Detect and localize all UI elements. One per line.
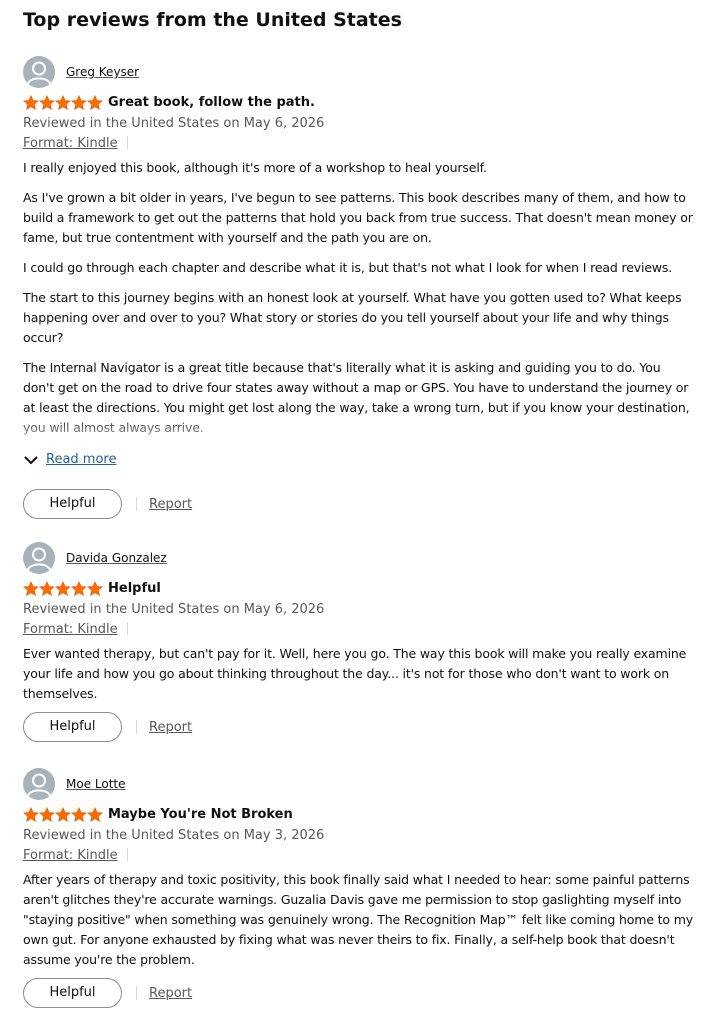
review-title-row: Helpful <box>23 579 695 599</box>
reviewer-profile: Greg Keyser <box>23 56 695 88</box>
review-date: Reviewed in the United States on May 6, … <box>23 116 325 131</box>
section-title: Top reviews from the United States <box>23 9 402 31</box>
divider <box>126 848 128 861</box>
read-more-link[interactable]: Read more <box>46 450 116 470</box>
helpful-button[interactable]: Helpful <box>23 712 122 742</box>
star-icon <box>87 95 103 111</box>
star-icon <box>39 581 55 597</box>
review-body: I really enjoyed this book, although it'… <box>23 158 695 448</box>
chevron-down-icon <box>24 456 38 465</box>
review-card: Greg Keyser Great book, follow the path.… <box>23 56 695 521</box>
review-card: Moe Lotte Maybe You're Not Broken Review… <box>23 768 695 1010</box>
reviewer-profile: Moe Lotte <box>23 768 695 800</box>
star-icon <box>71 807 87 823</box>
star-rating[interactable] <box>23 581 103 597</box>
format-link[interactable]: Format: Kindle <box>23 622 118 637</box>
format-link[interactable]: Format: Kindle <box>23 848 118 863</box>
divider <box>136 497 137 511</box>
star-rating[interactable] <box>23 807 103 823</box>
format-link[interactable]: Format: Kindle <box>23 136 118 151</box>
star-icon <box>55 95 71 111</box>
report-link[interactable]: Report <box>149 984 192 1004</box>
review-actions: Helpful Report <box>23 712 695 744</box>
avatar-icon[interactable] <box>23 768 55 800</box>
star-icon <box>55 581 71 597</box>
review-paragraph: I really enjoyed this book, although it'… <box>23 160 487 175</box>
divider <box>126 622 128 635</box>
format-row: Format: Kindle <box>23 134 695 154</box>
star-icon <box>87 807 103 823</box>
review-paragraph: As I've grown a bit older in years, I've… <box>23 190 693 245</box>
star-rating[interactable] <box>23 95 103 111</box>
avatar-icon[interactable] <box>23 56 55 88</box>
review-title[interactable]: Great book, follow the path. <box>108 93 315 113</box>
report-link[interactable]: Report <box>149 495 192 515</box>
review-paragraph: I could go through each chapter and desc… <box>23 260 673 275</box>
star-icon <box>39 95 55 111</box>
review-title[interactable]: Maybe You're Not Broken <box>108 805 293 825</box>
reviewer-name[interactable]: Moe Lotte <box>66 776 126 792</box>
avatar-icon[interactable] <box>23 542 55 574</box>
review-body: Ever wanted therapy, but can't pay for i… <box>23 644 695 704</box>
review-paragraph: Ever wanted therapy, but can't pay for i… <box>23 646 687 701</box>
divider <box>126 136 128 149</box>
review-date: Reviewed in the United States on May 6, … <box>23 602 325 617</box>
helpful-button[interactable]: Helpful <box>23 489 122 519</box>
review-title-row: Maybe You're Not Broken <box>23 805 695 825</box>
review-actions: Helpful Report <box>23 978 695 1010</box>
report-link[interactable]: Report <box>149 718 192 738</box>
review-card: Davida Gonzalez Helpful Reviewed in the … <box>23 542 695 744</box>
format-row: Format: Kindle <box>23 846 695 866</box>
star-icon <box>39 807 55 823</box>
review-title-row: Great book, follow the path. <box>23 93 695 113</box>
divider <box>136 986 137 1000</box>
reviewer-name[interactable]: Davida Gonzalez <box>66 550 167 566</box>
star-icon <box>55 807 71 823</box>
helpful-button[interactable]: Helpful <box>23 978 122 1008</box>
reviewer-profile: Davida Gonzalez <box>23 542 695 574</box>
star-icon <box>23 807 39 823</box>
review-paragraph: After years of therapy and toxic positiv… <box>23 872 694 967</box>
text-fade-overlay <box>23 416 695 448</box>
review-body: After years of therapy and toxic positiv… <box>23 870 695 970</box>
read-more-toggle[interactable]: Read more <box>23 450 695 470</box>
review-date: Reviewed in the United States on May 3, … <box>23 828 325 843</box>
star-icon <box>71 95 87 111</box>
review-actions: Helpful Report <box>23 489 695 521</box>
star-icon <box>23 95 39 111</box>
review-paragraph: The start to this journey begins with an… <box>23 290 682 345</box>
format-row: Format: Kindle <box>23 620 695 640</box>
star-icon <box>87 581 103 597</box>
star-icon <box>23 581 39 597</box>
star-icon <box>71 581 87 597</box>
review-title[interactable]: Helpful <box>108 579 161 599</box>
divider <box>136 720 137 734</box>
reviewer-name[interactable]: Greg Keyser <box>66 64 139 80</box>
